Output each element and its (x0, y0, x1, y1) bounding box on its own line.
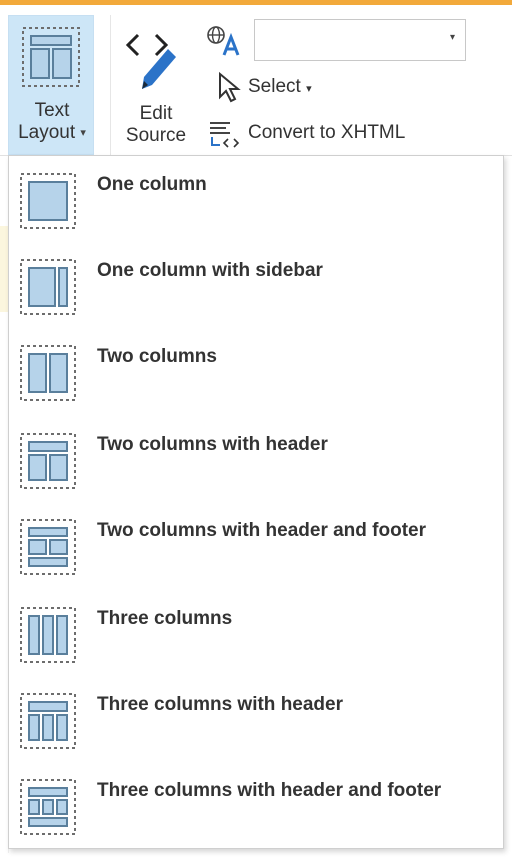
select-button[interactable]: Select ▾ (210, 71, 360, 107)
edit-source-label-line2: Source (125, 125, 187, 146)
select-label: Select ▾ (248, 76, 312, 98)
menu-item-three-columns[interactable]: Three columns (11, 602, 499, 686)
group-separator (110, 15, 111, 155)
chevron-down-icon: ▾ (306, 83, 312, 95)
text-layout-dropdown: One column One column with sidebar Two c… (8, 155, 504, 849)
text-layout-button[interactable]: Text Layout ▾ (8, 15, 94, 155)
menu-item-label: One column with sidebar (97, 260, 323, 281)
menu-item-label: Three columns with header and footer (97, 780, 442, 801)
text-layout-label-line1: Text (34, 100, 70, 121)
three-columns-icon (20, 607, 76, 663)
convert-to-xhtml-label: Convert to XHTML (248, 122, 406, 143)
two-columns-header-icon (22, 27, 80, 87)
convert-xhtml-icon (210, 122, 240, 148)
menu-item-one-column[interactable]: One column (11, 168, 499, 252)
text-layout-label-line2: Layout ▾ (9, 122, 95, 144)
menu-item-three-columns-header-footer[interactable]: Three columns with header and footer (11, 774, 499, 858)
code-edit-icon (125, 33, 176, 89)
page-highlight-strip (0, 226, 8, 312)
edit-source-label-line1: Edit (139, 103, 173, 124)
two-columns-header-icon (20, 433, 76, 489)
convert-to-xhtml-button[interactable]: Convert to XHTML (206, 117, 446, 151)
one-column-sidebar-icon (20, 259, 76, 315)
menu-item-one-column-sidebar[interactable]: One column with sidebar (11, 254, 499, 338)
chevron-down-icon[interactable]: ▾ (450, 32, 455, 43)
menu-item-two-columns-header-footer[interactable]: Two columns with header and footer (11, 514, 499, 598)
menu-item-label: Two columns (97, 346, 217, 367)
two-columns-header-footer-icon (20, 519, 76, 575)
three-columns-header-icon (20, 693, 76, 749)
chevron-down-icon: ▾ (80, 127, 86, 139)
menu-item-label: Two columns with header (97, 434, 328, 455)
edit-source-button[interactable]: Edit Source (114, 15, 198, 155)
menu-item-three-columns-header[interactable]: Three columns with header (11, 688, 499, 772)
cursor-arrow-icon (219, 71, 241, 103)
menu-item-label: Three columns (97, 608, 233, 629)
menu-item-label: Two columns with header and footer (97, 520, 427, 541)
three-columns-header-footer-icon (20, 779, 76, 835)
menu-item-label: Three columns with header (97, 694, 343, 715)
select-label-text: Select (248, 76, 301, 97)
one-column-icon (20, 173, 76, 229)
language-icon (207, 26, 240, 56)
two-columns-icon (20, 345, 76, 401)
menu-item-label: One column (97, 174, 207, 195)
text-layout-label-line2-text: Layout (18, 122, 76, 143)
language-select[interactable]: ▾ (254, 19, 466, 61)
ribbon: Text Layout ▾ Edit Source ▾ Select ▾ Con… (0, 5, 512, 156)
menu-item-two-columns[interactable]: Two columns (11, 340, 499, 424)
page-right-edge (504, 156, 512, 853)
menu-item-two-columns-header[interactable]: Two columns with header (11, 428, 499, 512)
